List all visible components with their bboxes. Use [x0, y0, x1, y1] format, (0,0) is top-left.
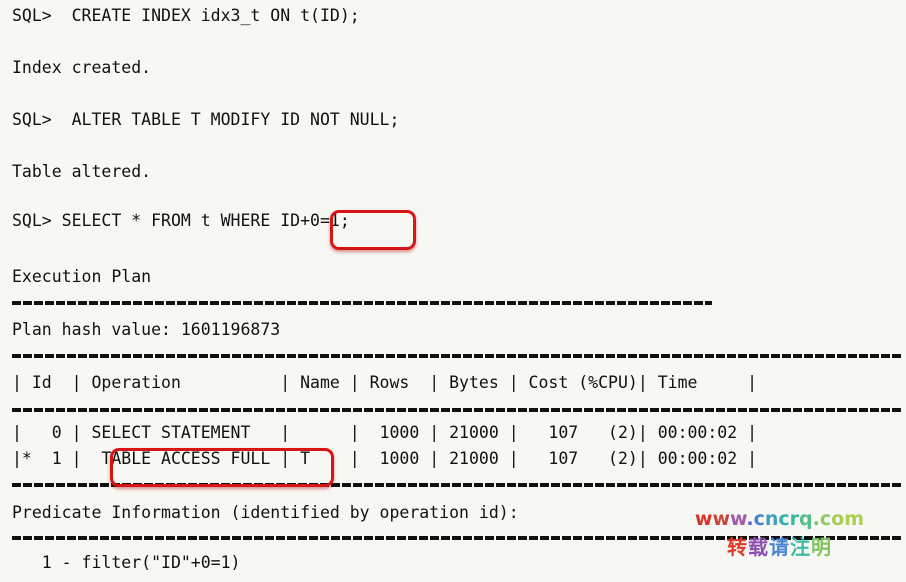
- terminal-line-index-created: Index created.: [12, 58, 152, 77]
- watermark-url: www.cncrq.com: [694, 508, 864, 530]
- terminal-output: SQL> CREATE INDEX idx3_t ON t(ID); Index…: [0, 0, 906, 582]
- watermark: www.cncrq.com 转载请注明: [695, 508, 864, 560]
- plan-table-row-0: | 0 | SELECT STATEMENT | | 1000 | 21000 …: [12, 423, 758, 442]
- separator-below-table-rows: [12, 483, 902, 487]
- separator-below-plan-hash: [12, 354, 902, 358]
- terminal-line-table-altered: Table altered.: [12, 162, 152, 181]
- terminal-line-alter-table: SQL> ALTER TABLE T MODIFY ID NOT NULL;: [12, 110, 400, 129]
- predicate-filter-line: 1 - filter("ID"+0=1): [12, 553, 241, 572]
- separator-below-table-header: [12, 408, 902, 412]
- plan-table-row-1: |* 1 | TABLE ACCESS FULL | T | 1000 | 21…: [12, 449, 758, 468]
- plan-table-header-row: | Id | Operation | Name | Rows | Bytes |…: [12, 373, 758, 392]
- terminal-line-create-index: SQL> CREATE INDEX idx3_t ON t(ID);: [12, 6, 360, 25]
- terminal-line-execution-plan: Execution Plan: [12, 267, 152, 286]
- separator-above-plan-hash: [12, 301, 712, 305]
- terminal-line-plan-hash: Plan hash value: 1601196873: [12, 320, 281, 339]
- terminal-line-select-query: SQL> SELECT * FROM t WHERE ID+0=1;: [12, 211, 350, 230]
- predicate-information-header: Predicate Information (identified by ope…: [12, 503, 519, 522]
- watermark-chinese-text: 转载请注明: [726, 535, 832, 559]
